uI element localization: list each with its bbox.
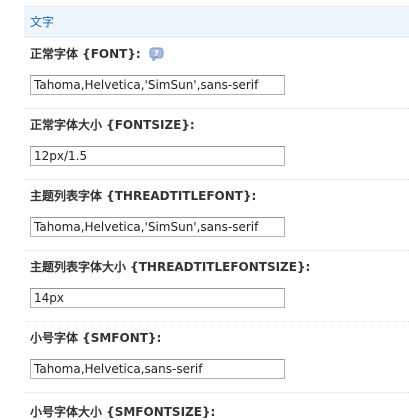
font-input[interactable]: Tahoma,Helvetica,'SimSun',sans-serif [30,75,285,95]
threadtitlefont-input[interactable]: Tahoma,Helvetica,'SimSun',sans-serif [30,217,285,237]
smfont-input[interactable]: Tahoma,Helvetica,sans-serif [30,359,285,379]
left-gutter [0,0,24,411]
setting-fontsize: 正常字体大小 {FONTSIZE}: 12px/1.5 [24,108,409,180]
threadtitlefontsize-input[interactable]: 14px [30,288,285,308]
setting-font: 正常字体 {FONT}: ? Tahoma,Helvetica,'SimSun'… [24,37,409,109]
setting-label: 正常字体大小 {FONTSIZE}: [30,118,195,132]
setting-threadtitlefont: 主题列表字体 {THREADTITLEFONT}: Tahoma,Helveti… [24,179,409,251]
setting-label: 主题列表字体大小 {THREADTITLEFONTSIZE}: [30,260,311,274]
setting-threadtitlefontsize: 主题列表字体大小 {THREADTITLEFONTSIZE}: 14px [24,250,409,322]
settings-panel: 文字 正常字体 {FONT}: ? Tahoma,Helvetica,'SimS… [24,0,409,419]
setting-label: 小号字体 {SMFONT}: [30,331,162,345]
section-header: 文字 [24,6,409,38]
help-bubble-icon[interactable]: ? [149,46,165,63]
section-title: 文字 [30,15,55,29]
setting-smfont: 小号字体 {SMFONT}: Tahoma,Helvetica,sans-ser… [24,321,409,393]
fontsize-input[interactable]: 12px/1.5 [30,146,285,166]
setting-label: 主题列表字体 {THREADTITLEFONT}: [30,189,257,203]
setting-label-smfontsize: 小号字体大小 {SMFONTSIZE}: [30,405,216,419]
setting-label: 正常字体 {FONT}: [30,47,141,61]
svg-text:?: ? [154,49,159,58]
